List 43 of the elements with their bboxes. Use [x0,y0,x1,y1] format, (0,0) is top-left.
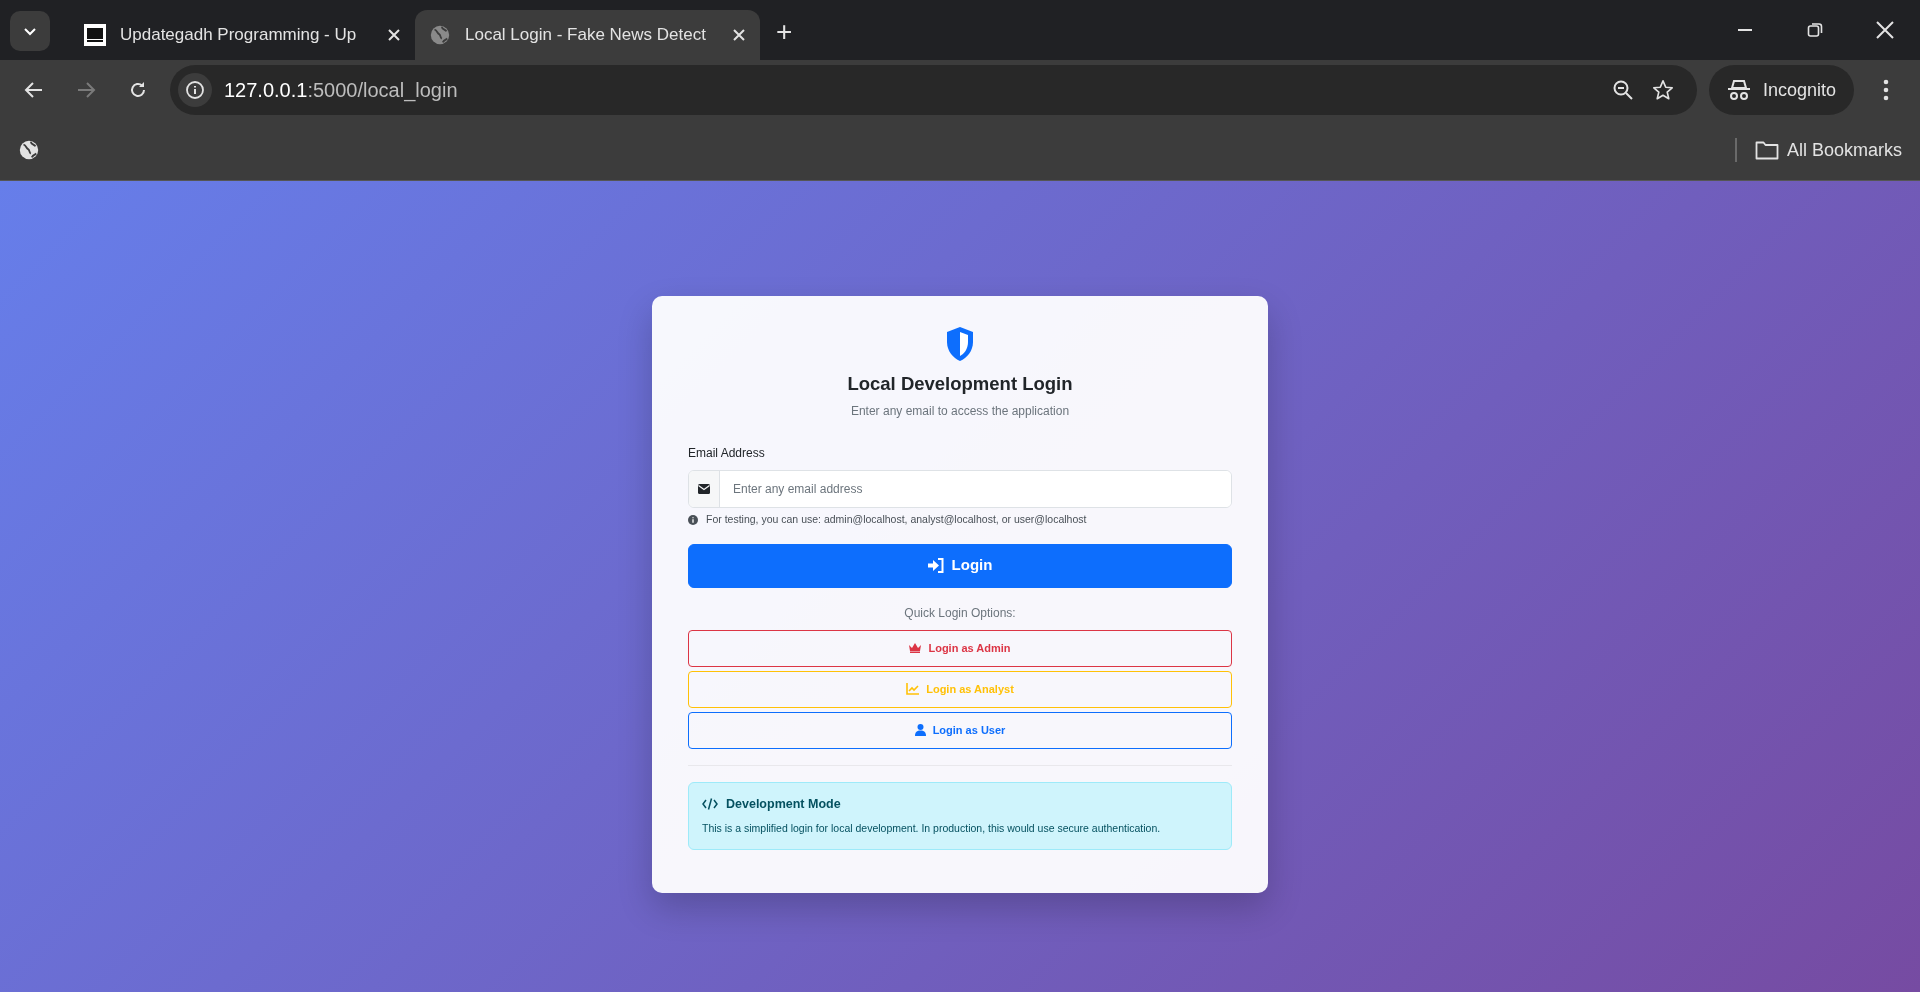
tab-title: Updategadh Programming - Up [120,24,358,47]
quick-login-button[interactable]: Login as Admin [688,629,1232,667]
field-label: Email Address [688,444,766,462]
back-arrow-icon[interactable] [24,80,44,100]
forward-arrow-icon[interactable] [76,80,96,100]
hint-text: For testing, you can use: admin@localhost, analyst@localhost, or user@localhost [706,511,1087,527]
crown-icon [909,643,922,653]
envelope-icon [698,483,710,494]
close-icon[interactable] [732,28,746,42]
globe-icon [429,24,451,46]
close-icon[interactable] [1876,21,1894,39]
close-icon[interactable] [387,28,401,42]
tab-title: Local Login - Fake News Detect [465,24,707,47]
address-bar-url[interactable]: 127.0.0.1:5000/local_login [224,75,458,105]
browser-tab[interactable]: Local Login - Fake News Detect [415,10,760,60]
bookmarks-folder[interactable]: All Bookmarks [1754,136,1902,164]
alert-title: Development Mode [726,795,841,813]
restore-icon[interactable] [1807,22,1823,38]
menu-icon[interactable] [1883,79,1889,101]
new-tab-button[interactable]: + [776,12,793,52]
section-heading: Quick Login Options: [903,604,1017,622]
email-input-field[interactable]: Enter any email address [688,469,1232,508]
quick-login-button[interactable]: Login as User [688,711,1232,749]
incognito-button[interactable]: Incognito [1708,65,1854,115]
folder-icon [1754,140,1779,160]
info-icon [688,514,698,525]
globe-icon [18,139,40,161]
sign-in-icon [927,558,944,573]
card-title: Local Development Login [846,372,1074,396]
logo-icon [84,24,106,46]
zoom-out-icon[interactable] [1611,79,1634,101]
info-icon[interactable] [185,80,205,100]
shield-icon [945,326,975,362]
incognito-icon [1726,79,1751,101]
login-button[interactable]: Login [688,543,1232,588]
user-icon [914,724,926,736]
browser-tab[interactable]: Updategadh Programming - Up [70,10,415,60]
card-subtitle: Enter any email to access the application [849,402,1071,420]
star-icon[interactable] [1651,79,1674,101]
reload-icon[interactable] [128,80,148,100]
alert-text: This is a simplified login for local development. In production, this would use secure authentication. [702,821,1162,837]
code-icon [702,797,718,810]
line-chart-icon [906,683,920,695]
